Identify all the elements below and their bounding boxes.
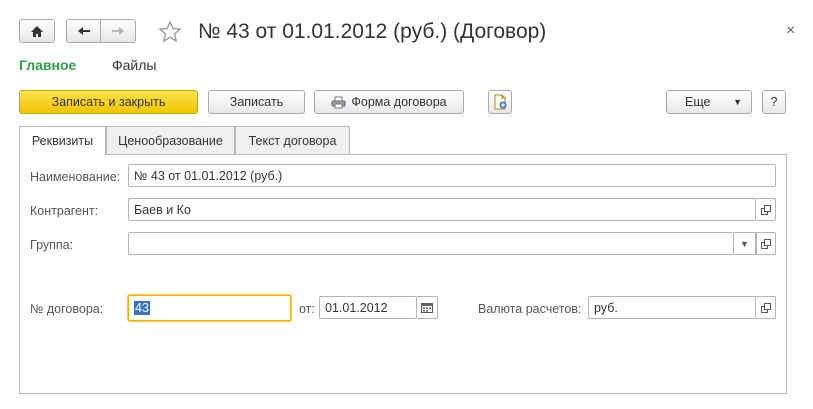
more-button[interactable]: Еще ▼ xyxy=(666,90,752,114)
attach-document-button[interactable] xyxy=(488,90,512,114)
tab-pricing-label: Ценообразование xyxy=(118,133,223,148)
home-icon xyxy=(31,25,43,37)
date-label: от: xyxy=(299,302,315,316)
dropdown-arrow-icon: ▼ xyxy=(733,97,742,107)
contract-number-label: № договора: xyxy=(30,302,104,316)
help-label: ? xyxy=(770,95,778,109)
currency-field[interactable]: руб. xyxy=(588,296,756,319)
save-button[interactable]: Записать xyxy=(208,90,305,114)
close-icon[interactable]: × xyxy=(786,23,795,39)
star-icon[interactable] xyxy=(158,20,182,44)
group-field[interactable] xyxy=(128,232,734,255)
name-label: Наименование: xyxy=(30,170,121,184)
document-attach-icon xyxy=(494,94,507,110)
group-dropdown-button[interactable]: ▼ xyxy=(734,232,756,255)
name-field[interactable]: № 43 от 01.01.2012 (руб.) xyxy=(128,164,776,187)
arrow-left-icon xyxy=(77,27,90,35)
requisites-panel xyxy=(19,154,787,394)
group-label: Группа: xyxy=(30,238,74,252)
group-open-button[interactable] xyxy=(756,232,776,255)
tab-requisites[interactable]: Реквизиты xyxy=(19,126,106,155)
contractor-field[interactable]: Баев и Ко xyxy=(128,198,756,221)
tab-requisites-label: Реквизиты xyxy=(31,134,94,148)
chevron-down-icon: ▼ xyxy=(740,238,749,249)
contract-number-value: 43 xyxy=(134,301,150,315)
contract-number-field[interactable]: 43 xyxy=(128,295,291,321)
calendar-button[interactable] xyxy=(417,296,438,319)
printer-icon xyxy=(331,96,346,108)
save-and-close-button[interactable]: Записать и закрыть xyxy=(19,90,198,114)
currency-label: Валюта расчетов: xyxy=(478,302,582,316)
currency-open-button[interactable] xyxy=(756,296,776,319)
history-nav xyxy=(66,19,136,43)
contract-form-label: Форма договора xyxy=(351,95,447,109)
contractor-label: Контрагент: xyxy=(30,204,99,218)
calendar-icon xyxy=(421,302,433,313)
nav-main[interactable]: Главное xyxy=(19,57,76,73)
more-label: Еще xyxy=(685,95,711,109)
contract-form-button[interactable]: Форма договора xyxy=(314,90,464,114)
save-and-close-label: Записать и закрыть xyxy=(51,95,166,109)
tab-pricing[interactable]: Ценообразование xyxy=(106,126,235,154)
open-icon xyxy=(761,238,771,249)
contractor-open-button[interactable] xyxy=(756,198,776,221)
tab-contract-text-label: Текст договора xyxy=(248,133,337,148)
forward-button[interactable] xyxy=(101,19,136,43)
open-icon xyxy=(760,302,771,313)
help-button[interactable]: ? xyxy=(762,90,786,114)
nav-files[interactable]: Файлы xyxy=(112,57,156,73)
back-button[interactable] xyxy=(66,19,101,43)
home-button[interactable] xyxy=(19,19,55,43)
date-field[interactable]: 01.01.2012 xyxy=(319,296,417,319)
save-label: Записать xyxy=(229,95,284,109)
arrow-right-icon xyxy=(112,27,124,35)
tab-contract-text[interactable]: Текст договора xyxy=(235,126,350,154)
open-icon xyxy=(760,204,771,215)
page-title: № 43 от 01.01.2012 (руб.) (Договор) xyxy=(198,20,547,43)
